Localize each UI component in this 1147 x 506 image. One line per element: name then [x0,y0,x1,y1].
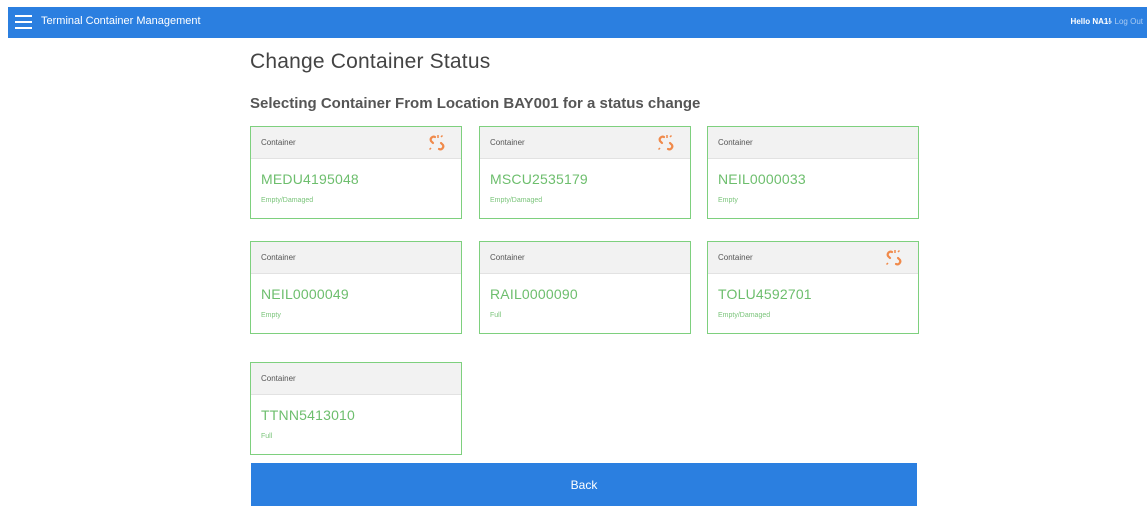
logout-label: Log Out [1114,17,1143,26]
unlink-icon [657,134,674,151]
container-id: MEDU4195048 [261,171,359,187]
card-label: Container [261,374,296,383]
user-greeting: Hello NA1! [1070,17,1111,26]
page-title: Change Container Status [250,50,491,73]
app-title[interactable]: Terminal Container Management [41,15,201,27]
container-status: Empty/Damaged [718,312,771,319]
container-card[interactable]: Container MSCU2535179 Empty/Damaged [479,126,691,219]
card-header: Container [480,127,690,159]
container-id: MSCU2535179 [490,171,588,187]
card-label: Container [718,138,753,147]
back-button[interactable]: Back [251,463,917,506]
page-subtitle: Selecting Container From Location BAY001… [250,95,701,112]
container-status: Empty [261,312,281,319]
container-status: Full [490,312,502,319]
container-card[interactable]: Container NEIL0000049 Empty [250,241,462,334]
card-header: Container [480,242,690,274]
logout-link[interactable]: ➜ Log Out [1107,17,1143,26]
container-card[interactable]: Container TOLU4592701 Empty/Damaged [707,241,919,334]
container-status: Empty [718,197,738,204]
card-label: Container [261,253,296,262]
card-header: Container [251,127,461,159]
container-card[interactable]: Container RAIL0000090 Full [479,241,691,334]
card-header: Container [708,127,918,159]
container-id: NEIL0000033 [718,171,806,187]
container-id: NEIL0000049 [261,286,349,302]
card-header: Container [708,242,918,274]
container-id: TTNN5413010 [261,407,356,423]
card-label: Container [490,253,525,262]
container-status: Full [261,433,273,440]
container-status: Empty/Damaged [490,197,543,204]
unlink-icon [885,249,902,266]
container-card[interactable]: Container MEDU4195048 Empty/Damaged [250,126,462,219]
logout-icon: ➜ [1106,19,1113,26]
card-header: Container [251,242,461,274]
container-id: TOLU4592701 [718,286,812,302]
unlink-icon [428,134,445,151]
card-label: Container [261,138,296,147]
menu-icon[interactable] [15,15,32,29]
card-label: Container [718,253,753,262]
container-card[interactable]: Container TTNN5413010 Full [250,362,462,455]
top-navbar: Terminal Container Management Hello NA1!… [8,7,1147,38]
card-label: Container [490,138,525,147]
card-header: Container [251,363,461,395]
container-id: RAIL0000090 [490,286,578,302]
container-card[interactable]: Container NEIL0000033 Empty [707,126,919,219]
container-status: Empty/Damaged [261,197,314,204]
